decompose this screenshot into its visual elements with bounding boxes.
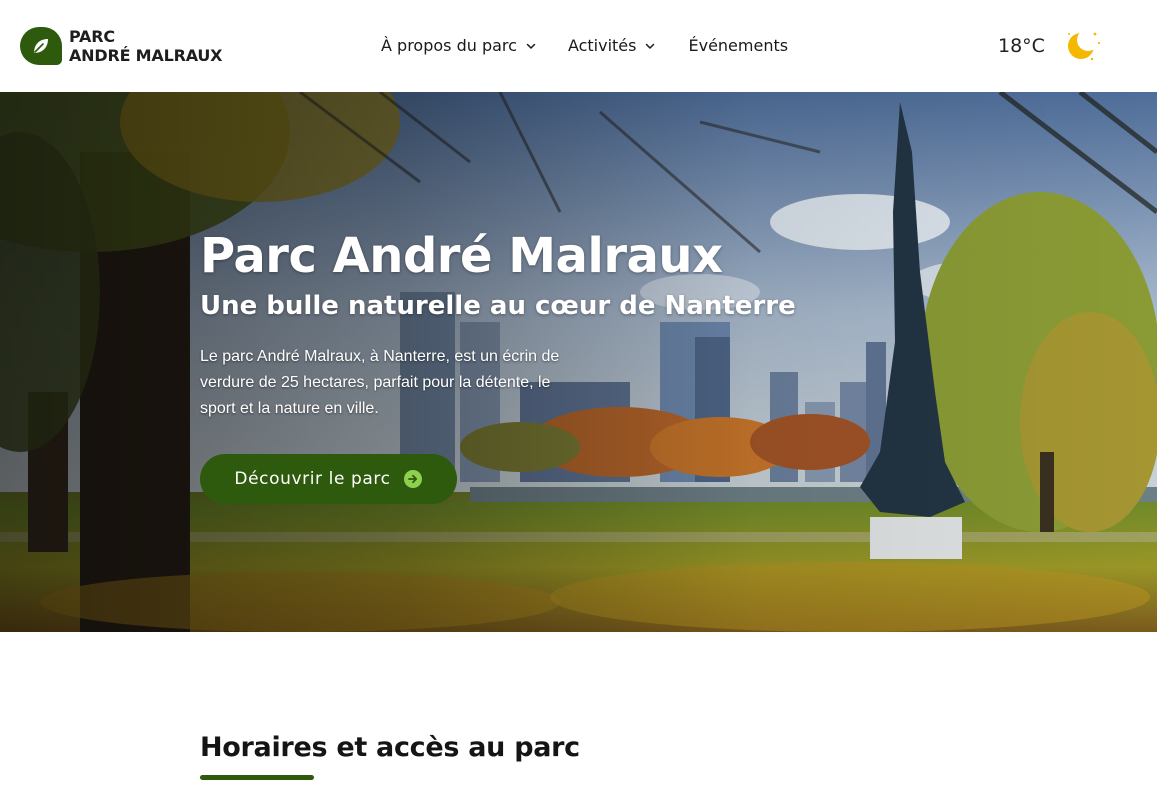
logo-line-2: ANDRÉ MALRAUX <box>69 46 223 65</box>
temperature: 18°C <box>998 35 1045 57</box>
hero-description: Le parc André Malraux, à Nanterre, est u… <box>200 348 560 417</box>
logo-line-1: PARC <box>69 27 115 46</box>
discover-park-button[interactable]: Découvrir le parc <box>200 454 457 504</box>
hero-section: Parc André Malraux Une bulle naturelle a… <box>0 92 1157 632</box>
nav-item-about[interactable]: À propos du parc <box>381 36 537 55</box>
chevron-down-icon <box>646 43 655 49</box>
section-title: Horaires et accès au parc <box>200 732 580 763</box>
weather-widget: 18°C <box>998 26 1103 66</box>
logo-text: PARC ANDRÉ MALRAUX <box>69 27 223 65</box>
hero-content: Parc André Malraux Une bulle naturelle a… <box>200 228 820 504</box>
hero-title: Parc André Malraux <box>200 228 723 284</box>
site-header: PARC ANDRÉ MALRAUX À propos du parc Acti… <box>0 0 1157 92</box>
main-nav: À propos du parc Activités Événements <box>381 36 788 55</box>
hours-access-section: Horaires et accès au parc <box>200 732 580 780</box>
arrow-right-circle-icon <box>403 470 422 488</box>
chevron-down-icon <box>526 43 536 49</box>
hero-subtitle: Une bulle naturelle au cœur de Nanterre <box>200 291 796 321</box>
discover-park-button-label: Découvrir le parc <box>234 469 391 489</box>
nav-item-events[interactable]: Événements <box>688 36 788 55</box>
site-logo[interactable]: PARC ANDRÉ MALRAUX <box>20 27 223 65</box>
nav-item-label: À propos du parc <box>381 36 517 55</box>
nav-item-activities[interactable]: Activités <box>568 36 657 55</box>
moon-icon <box>1067 29 1101 61</box>
section-title-underline <box>200 775 314 780</box>
leaf-icon <box>20 27 62 65</box>
nav-item-label: Événements <box>688 36 789 55</box>
nav-item-label: Activités <box>567 36 637 55</box>
